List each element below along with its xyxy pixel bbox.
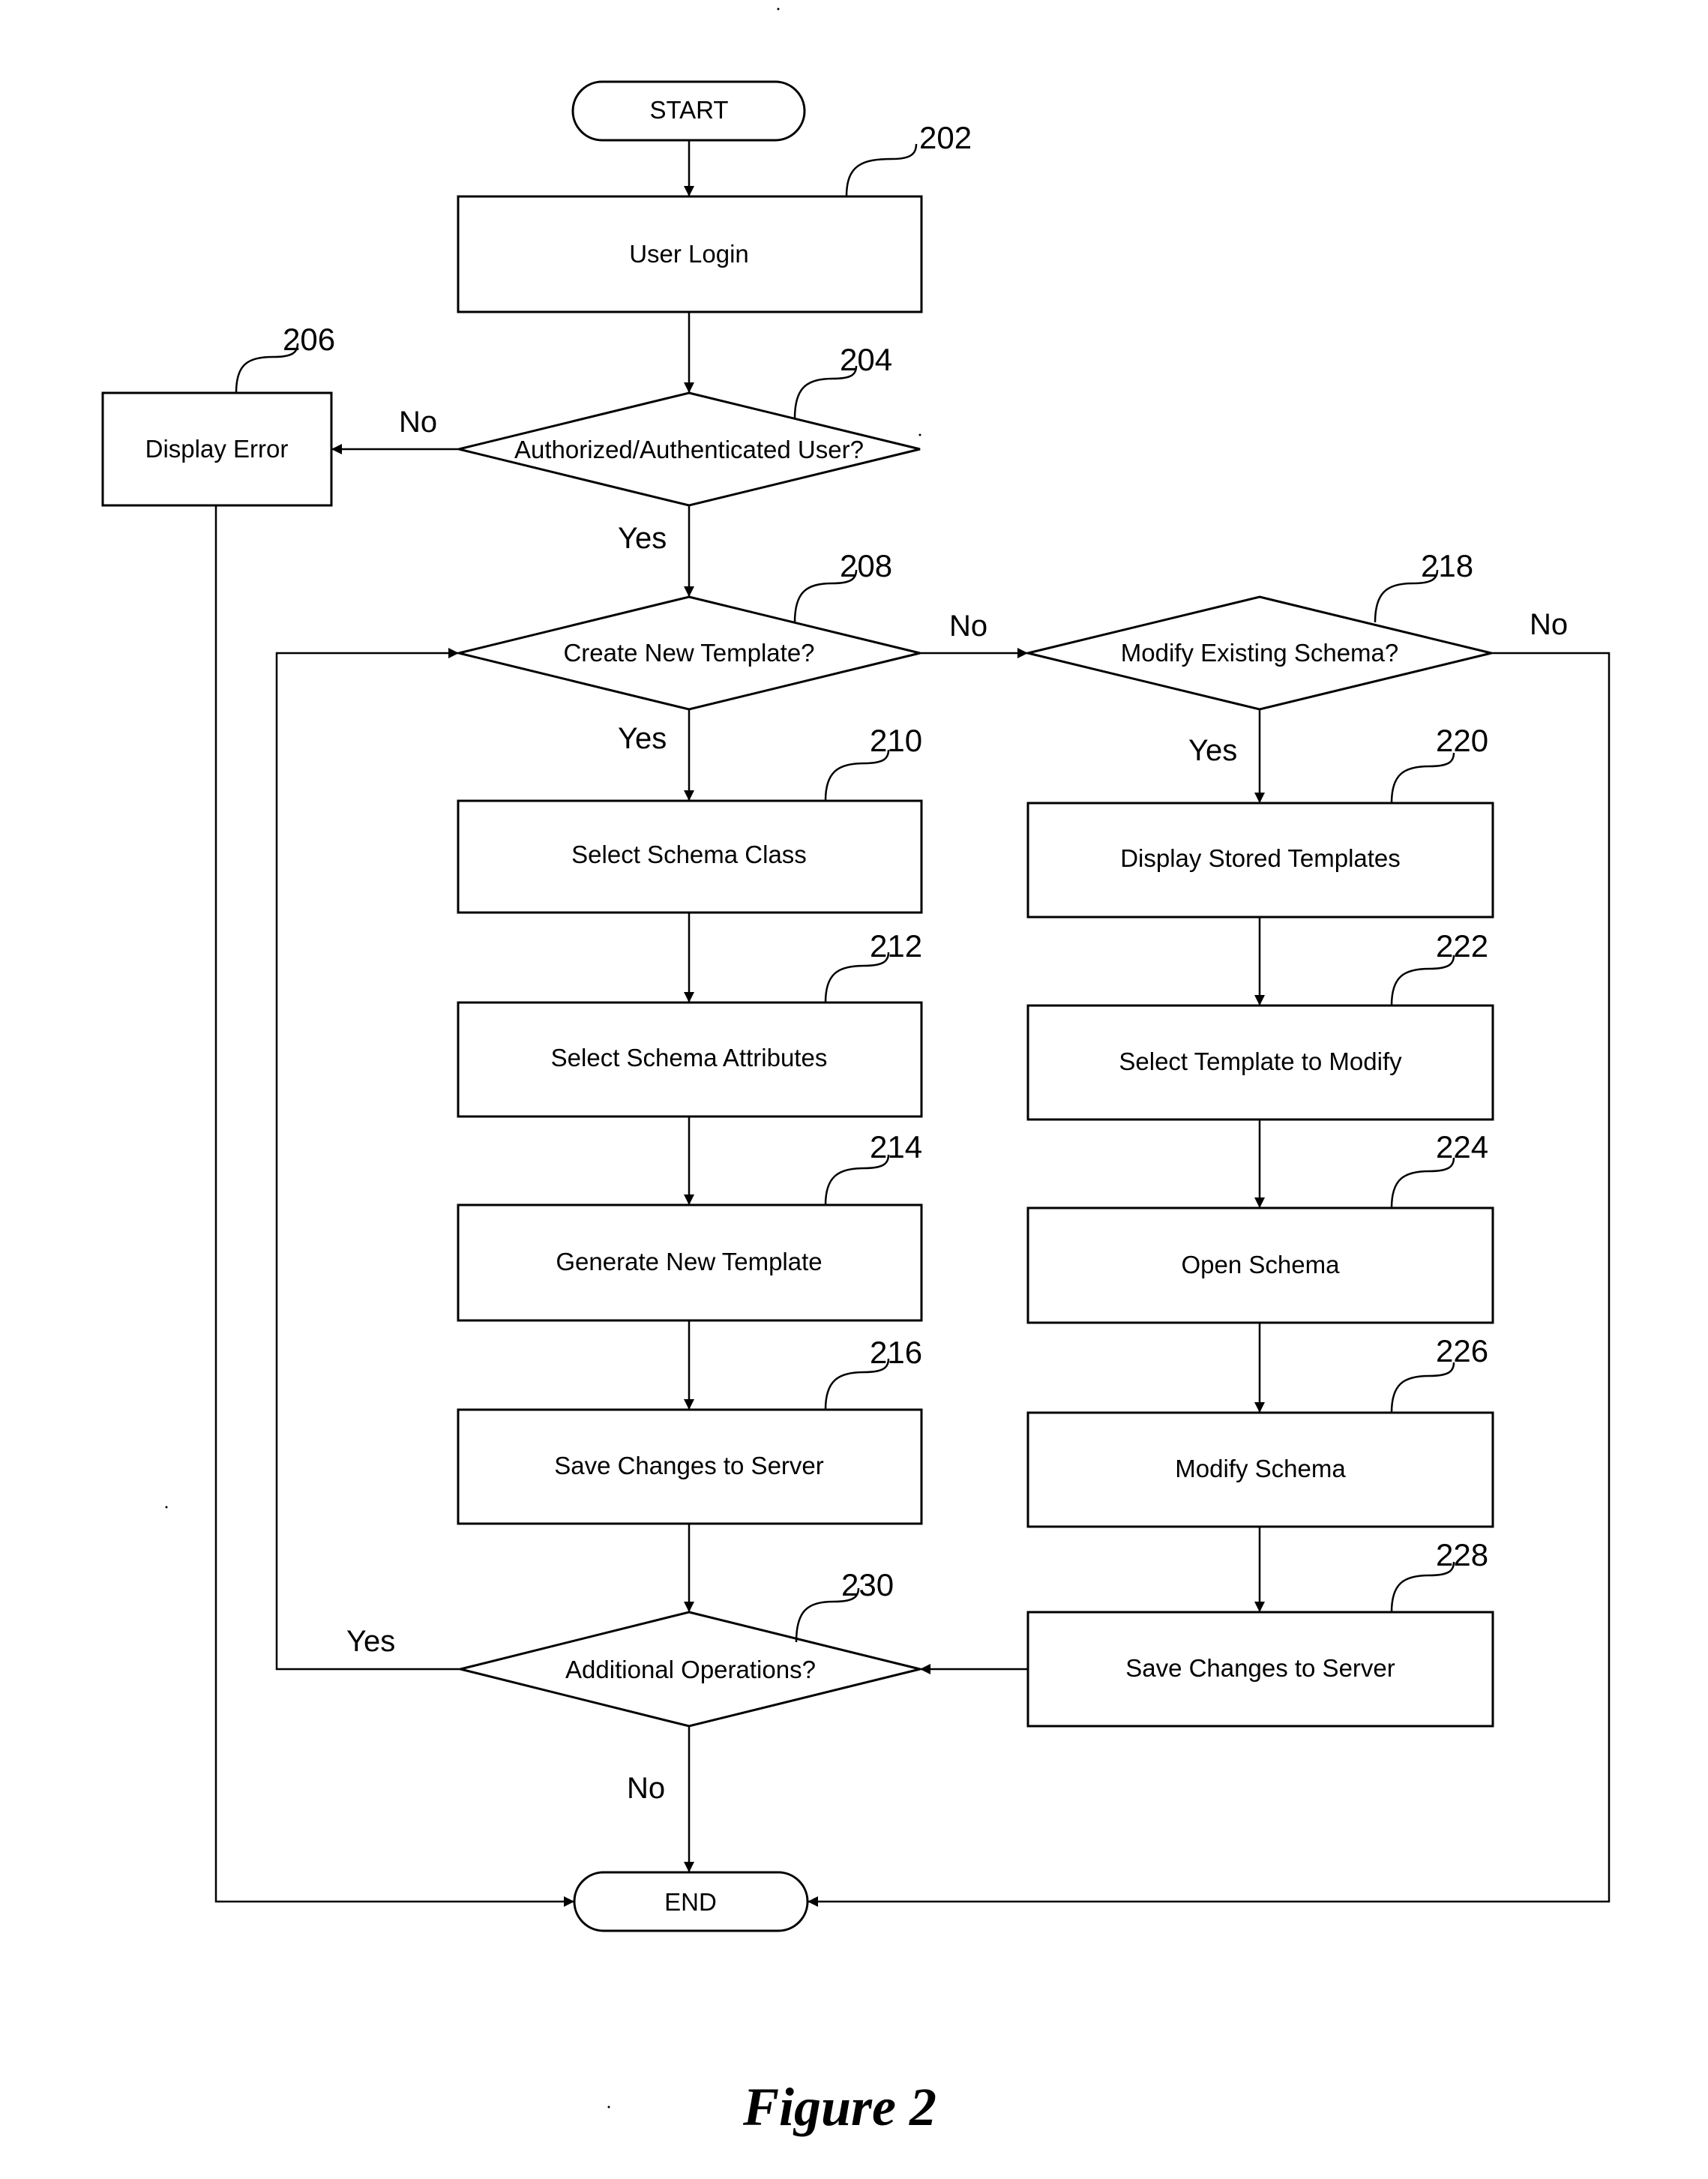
- scan-speck: [165, 1506, 168, 1509]
- process-label: Display Error: [145, 435, 289, 463]
- decision-label: Authorized/Authenticated User?: [514, 436, 864, 463]
- reference-number: 206: [283, 322, 335, 357]
- decision-modify-existing-schema: Modify Existing Schema? 218: [1027, 548, 1492, 711]
- branch-label-230-no: No: [627, 1772, 665, 1805]
- process-label: Select Template to Modify: [1119, 1048, 1402, 1075]
- process-display-error: Display Error 206: [101, 322, 335, 507]
- reference-number: 204: [840, 342, 892, 377]
- process-label: Modify Schema: [1175, 1455, 1346, 1482]
- reference-number: 228: [1436, 1537, 1488, 1572]
- reference-number: 218: [1421, 548, 1473, 583]
- reference-leader: [1390, 1362, 1455, 1413]
- process-label: Display Stored Templates: [1120, 844, 1401, 872]
- start-label: START: [649, 96, 728, 124]
- process-label: Select Schema Class: [571, 841, 807, 868]
- branch-label-208-no: No: [949, 610, 987, 643]
- reference-number: 210: [870, 723, 922, 758]
- process-generate-new-template: Generate New Template 214: [457, 1129, 923, 1322]
- process-save-changes-left: Save Changes to Server 216: [457, 1335, 923, 1525]
- process-label: Generate New Template: [556, 1248, 822, 1275]
- decision-label: Additional Operations?: [565, 1656, 816, 1683]
- reference-number: 226: [1436, 1333, 1488, 1368]
- reference-leader: [1390, 1157, 1455, 1209]
- branch-label-218-no: No: [1530, 608, 1568, 641]
- edge-206-to-end: [214, 505, 574, 1907]
- process-label: Select Schema Attributes: [551, 1044, 828, 1072]
- process-label: Save Changes to Server: [554, 1452, 824, 1479]
- start-terminal: START: [571, 80, 806, 142]
- edge-230-yes-to-208: [275, 648, 460, 1671]
- reference-number: 224: [1436, 1129, 1488, 1164]
- decision-label: Create New Template?: [563, 639, 814, 667]
- branch-label-230-yes: Yes: [346, 1625, 395, 1658]
- process-label: Save Changes to Server: [1125, 1654, 1395, 1682]
- reference-leader: [845, 143, 918, 197]
- process-select-schema-attributes: Select Schema Attributes 212: [457, 928, 923, 1118]
- reference-number: 216: [870, 1335, 922, 1370]
- reference-number: 212: [870, 928, 922, 964]
- scan-speck: [607, 2106, 610, 2109]
- reference-number: 220: [1436, 723, 1488, 758]
- scan-speck: [918, 433, 921, 436]
- end-label: END: [664, 1888, 717, 1916]
- reference-number: 214: [870, 1129, 922, 1164]
- process-label: Open Schema: [1182, 1251, 1341, 1278]
- process-user-login: User Login 202: [457, 120, 972, 313]
- flowchart: START User Login 202 Authorized/Authenti…: [101, 7, 1611, 2137]
- reference-number: 208: [840, 548, 892, 583]
- end-terminal: END: [573, 1871, 809, 1932]
- reference-number: 222: [1436, 928, 1488, 964]
- figure-caption: Figure 2: [742, 2077, 936, 2137]
- process-label: User Login: [629, 240, 749, 268]
- decision-additional-operations: Additional Operations? 230: [460, 1567, 921, 1728]
- reference-number: 202: [919, 120, 972, 155]
- reference-leader: [1390, 752, 1455, 804]
- branch-label-204-no: No: [399, 406, 437, 439]
- branch-label-218-yes: Yes: [1188, 734, 1237, 767]
- decision-label: Modify Existing Schema?: [1121, 639, 1399, 667]
- branch-label-204-yes: Yes: [618, 522, 667, 555]
- scan-speck: [777, 7, 780, 10]
- reference-number: 230: [841, 1567, 894, 1602]
- process-select-schema-class: Select Schema Class 210: [457, 723, 923, 914]
- branch-label-208-yes: Yes: [618, 722, 667, 755]
